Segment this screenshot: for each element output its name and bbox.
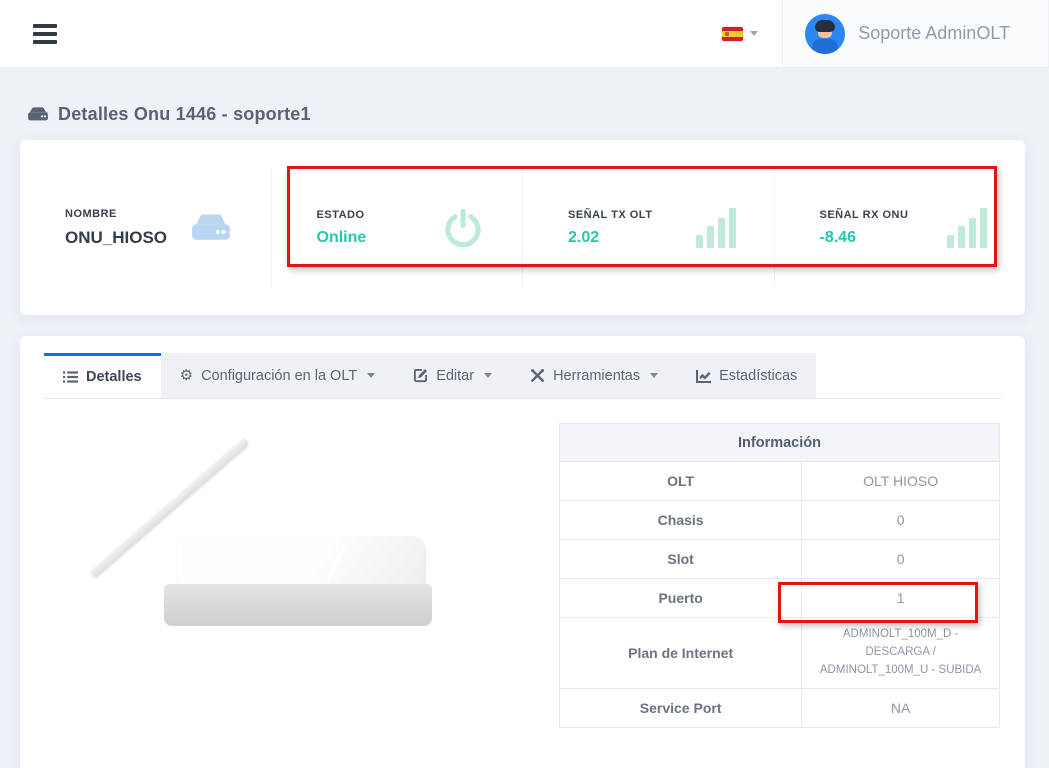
spain-flag-icon (722, 27, 743, 41)
chevron-down-icon (484, 373, 492, 378)
row-label: OLT (560, 462, 802, 501)
stat-estado-label: ESTADO (317, 209, 367, 221)
stat-estado: ESTADO Online (271, 168, 523, 288)
row-value-highlighted: 1 (802, 579, 1000, 618)
navbar-right: Soporte AdminOLT (698, 0, 1049, 67)
chevron-down-icon (650, 373, 658, 378)
stat-senal-tx-value: 2.02 (568, 229, 652, 247)
table-row-service-port: Service Port NA (560, 689, 1000, 728)
row-label: Slot (560, 540, 802, 579)
page-title-text: Detalles Onu 1446 - soporte1 (58, 104, 311, 125)
tab-detalles[interactable]: Detalles (44, 353, 161, 398)
tab-estadisticas[interactable]: Estadísticas (677, 353, 816, 398)
table-row-puerto: Puerto 1 (560, 579, 1000, 618)
stat-nombre-label: NOMBRE (65, 208, 167, 220)
user-name: Soporte AdminOLT (858, 23, 1010, 44)
row-label: Puerto (560, 579, 802, 618)
tab-label: Estadísticas (719, 368, 797, 384)
row-value: OLT HIOSO (802, 462, 1000, 501)
onu-details-card: Detalles ⚙ Configuración en la OLT Edita… (20, 336, 1025, 768)
chart-icon (696, 368, 711, 383)
signal-bars-icon (696, 208, 736, 248)
chevron-down-icon (750, 31, 758, 36)
page: Soporte AdminOLT Detalles Onu 1446 - sop… (0, 0, 1049, 768)
row-label: Service Port (560, 689, 802, 728)
signal-bars-icon (947, 208, 987, 248)
details-content: Información OLT OLT HIOSO Chasis 0 Slot … (44, 399, 1001, 728)
stat-senal-tx-olt: SEÑAL TX OLT 2.02 (522, 168, 774, 288)
language-dropdown[interactable] (698, 27, 782, 41)
stat-senal-tx-label: SEÑAL TX OLT (568, 209, 652, 221)
onu-product-image (164, 431, 464, 626)
onu-device-icon (189, 210, 233, 246)
table-row-olt: OLT OLT HIOSO (560, 462, 1000, 501)
row-value: 0 (802, 540, 1000, 579)
tab-strip-filler (816, 353, 1001, 398)
hamburger-menu-icon[interactable] (33, 20, 57, 48)
row-label: Chasis (560, 501, 802, 540)
power-icon (442, 207, 484, 249)
informacion-table: Información OLT OLT HIOSO Chasis 0 Slot … (559, 423, 1000, 728)
tab-strip: Detalles ⚙ Configuración en la OLT Edita… (44, 353, 1001, 399)
router-body-front (164, 584, 432, 626)
row-value: ADMINOLT_100M_D - DESCARGA / ADMINOLT_10… (802, 618, 1000, 689)
table-header: Información (560, 424, 1000, 462)
gear-icon: ⚙ (180, 368, 193, 383)
table-header-row: Información (560, 424, 1000, 462)
user-menu[interactable]: Soporte AdminOLT (782, 0, 1049, 67)
tab-herramientas[interactable]: Herramientas (511, 353, 677, 398)
tab-editar[interactable]: Editar (394, 353, 511, 398)
chevron-down-icon (367, 373, 375, 378)
avatar (805, 14, 845, 54)
table-row-plan-internet: Plan de Internet ADMINOLT_100M_D - DESCA… (560, 618, 1000, 689)
stat-estado-value: Online (317, 229, 367, 247)
page-title: Detalles Onu 1446 - soporte1 (27, 104, 1049, 125)
tools-icon (530, 368, 545, 383)
tab-configuracion-olt[interactable]: ⚙ Configuración en la OLT (161, 353, 395, 398)
onu-device-icon (27, 106, 49, 124)
stat-senal-rx-onu: SEÑAL RX ONU -8.46 (774, 168, 1026, 288)
table-row-slot: Slot 0 (560, 540, 1000, 579)
top-navbar: Soporte AdminOLT (0, 0, 1049, 68)
stat-nombre: NOMBRE ONU_HIOSO (20, 168, 271, 288)
row-value: 0 (802, 501, 1000, 540)
table-row-chasis: Chasis 0 (560, 501, 1000, 540)
edit-icon (413, 368, 428, 383)
list-icon (63, 370, 78, 384)
tab-label: Herramientas (553, 368, 640, 384)
tab-label: Configuración en la OLT (201, 368, 357, 384)
row-label: Plan de Internet (560, 618, 802, 689)
tab-label: Editar (436, 368, 474, 384)
stat-senal-rx-label: SEÑAL RX ONU (820, 209, 909, 221)
stat-nombre-value: ONU_HIOSO (65, 228, 167, 248)
row-value: NA (802, 689, 1000, 728)
tab-label: Detalles (86, 369, 142, 385)
onu-status-card: NOMBRE ONU_HIOSO ESTADO Online SEÑAL (20, 140, 1025, 315)
stat-senal-rx-value: -8.46 (820, 229, 909, 247)
